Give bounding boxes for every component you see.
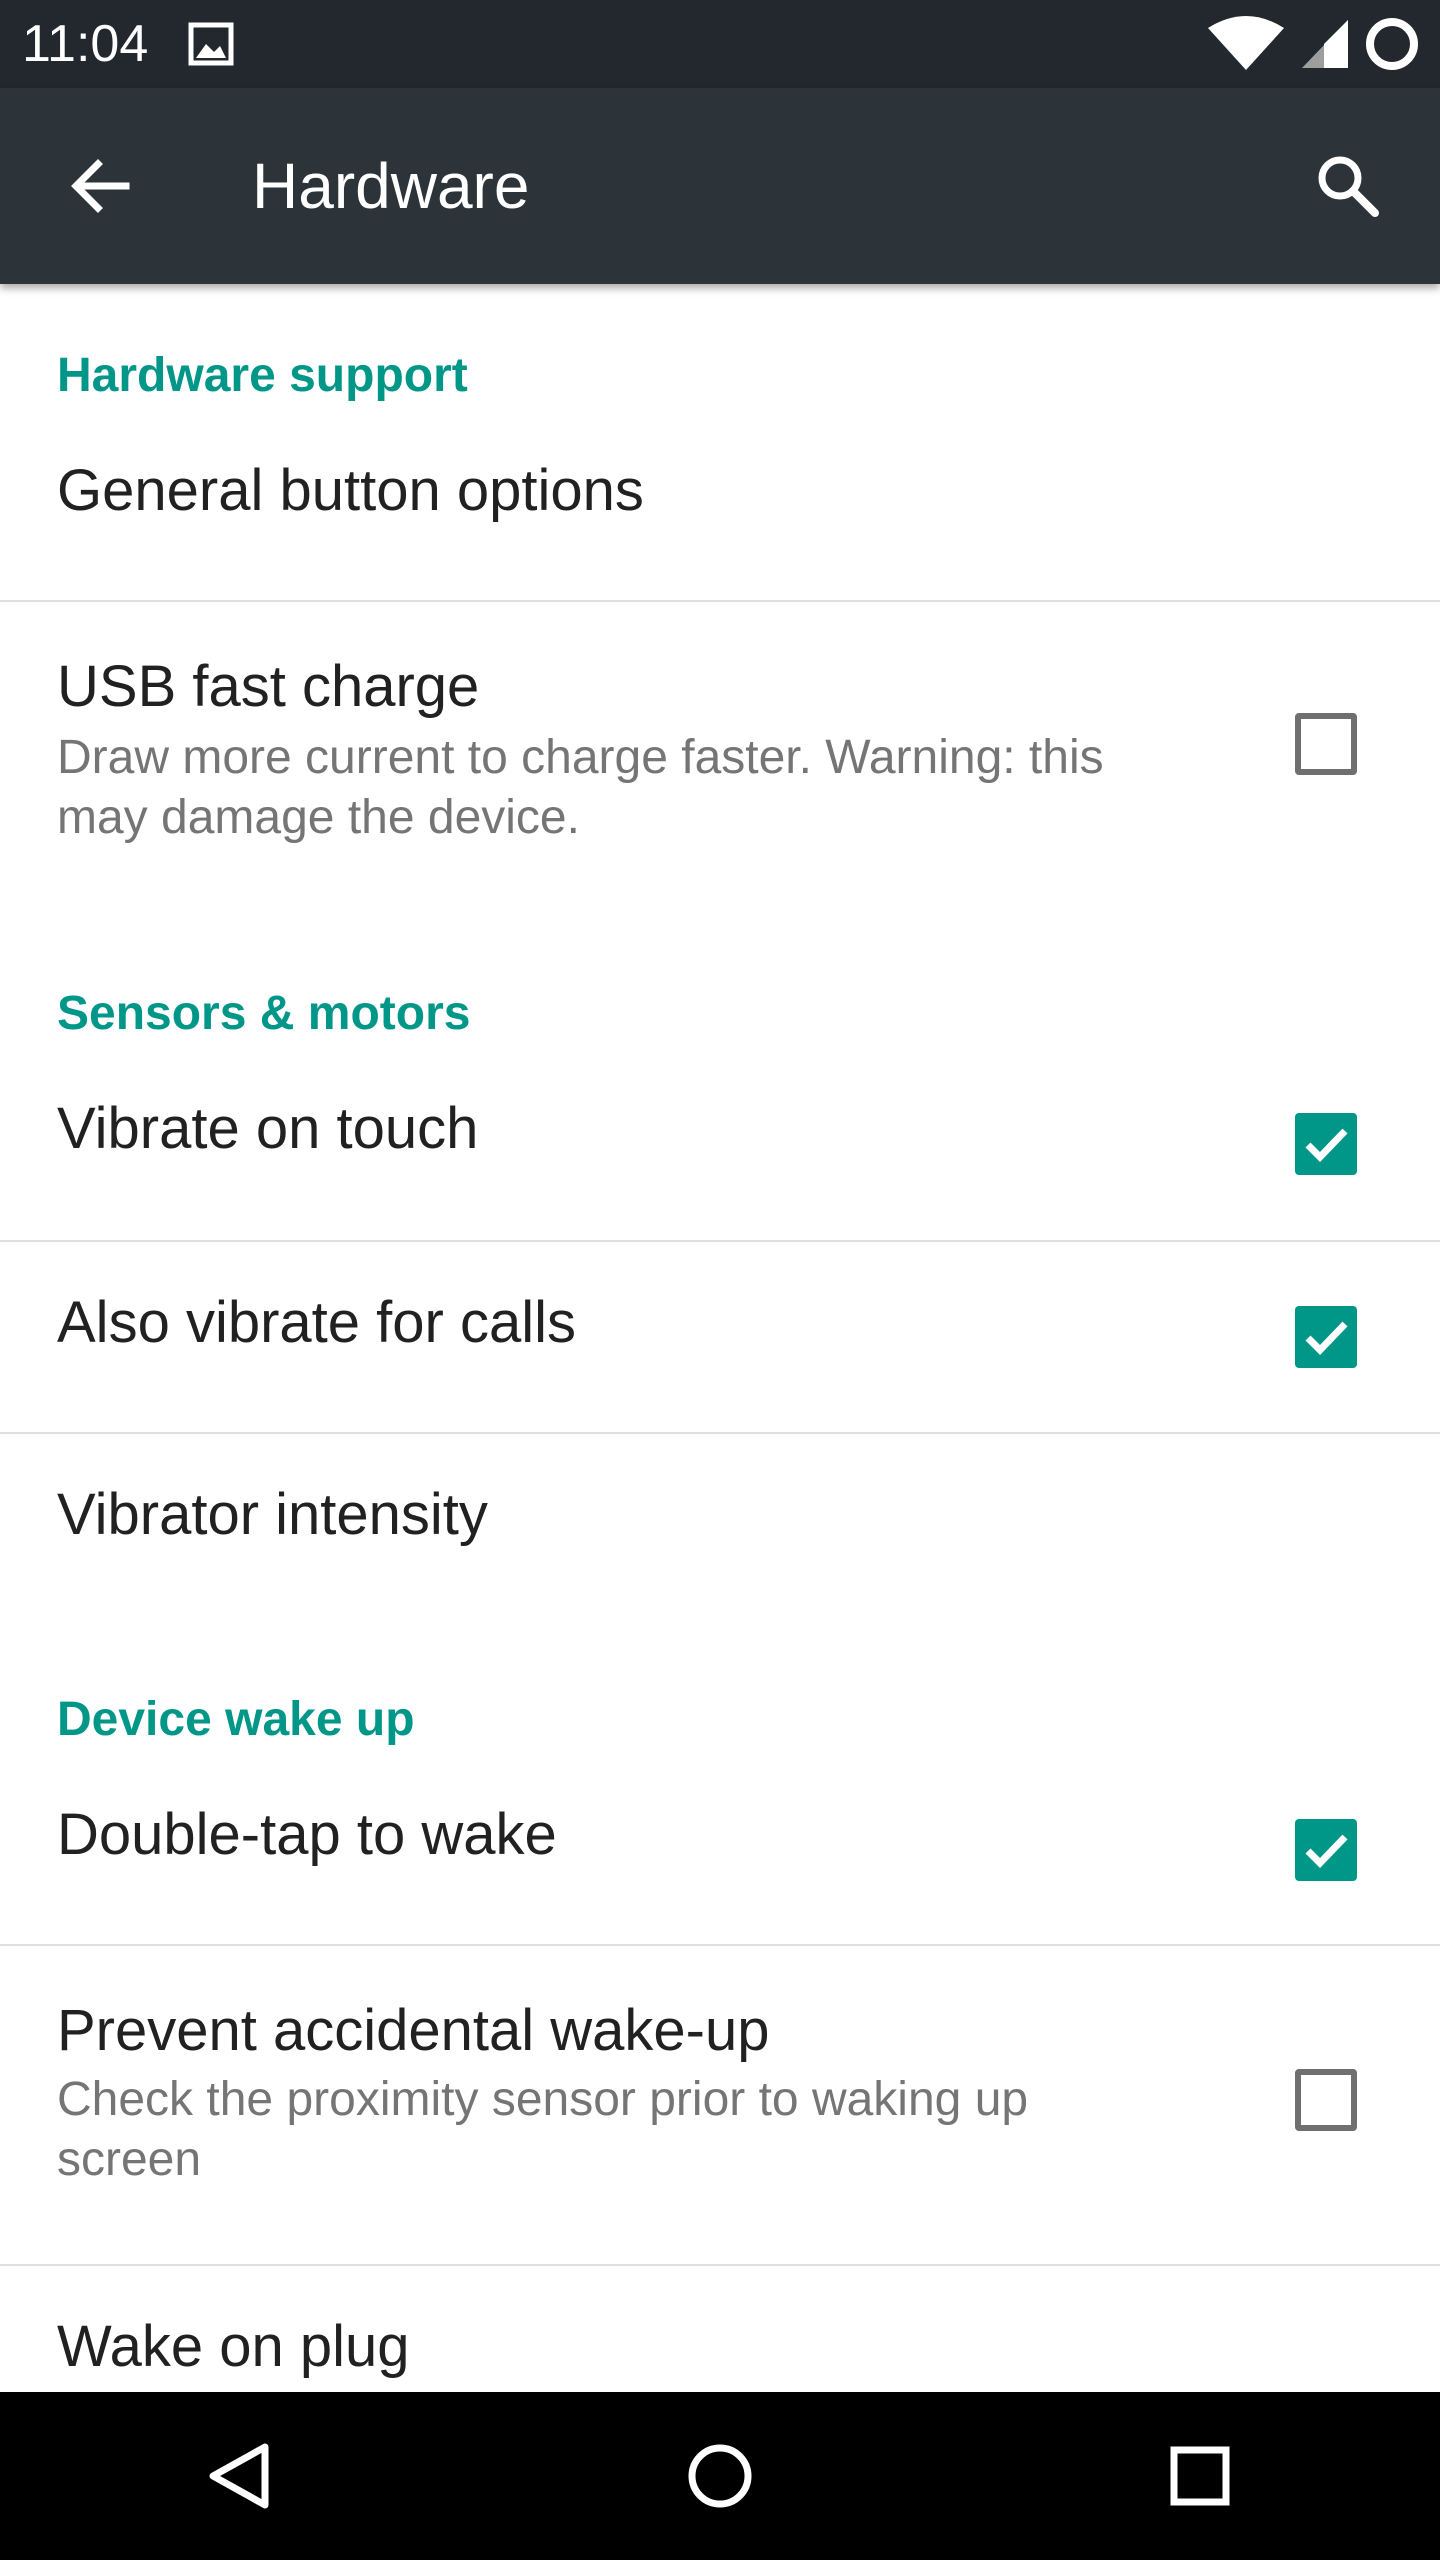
pref-double-tap-to-wake[interactable]: Double-tap to wake	[0, 1770, 1440, 1944]
usb-fast-charge-checkbox[interactable]	[1295, 713, 1357, 775]
nav-home-button[interactable]	[670, 2426, 770, 2526]
pref-general-button-options[interactable]: General button options	[0, 426, 1440, 600]
pref-title: Vibrator intensity	[57, 1482, 488, 1547]
pref-title: Vibrate on touch	[57, 1096, 479, 1161]
status-time: 11:04	[22, 15, 149, 73]
nav-back-button[interactable]	[190, 2426, 290, 2526]
pref-title: Wake on plug	[57, 2314, 410, 2379]
nav-back-triangle-icon	[209, 2443, 269, 2509]
navigation-bar	[0, 2392, 1440, 2560]
pref-usb-fast-charge[interactable]: USB fast charge Draw more current to cha…	[0, 602, 1440, 892]
pref-vibrator-intensity[interactable]: Vibrator intensity	[0, 1434, 1440, 1614]
settings-list: Hardware support General button options …	[0, 284, 1440, 2392]
double-tap-wake-checkbox[interactable]	[1295, 1819, 1357, 1881]
checkmark-icon	[1305, 1128, 1348, 1162]
checkmark-icon	[1305, 1321, 1348, 1355]
arrow-left-icon	[71, 159, 130, 213]
back-button[interactable]	[58, 144, 142, 228]
wifi-icon	[1208, 16, 1284, 70]
pref-summary-line: may damage the device.	[57, 791, 580, 844]
vibrate-on-touch-checkbox[interactable]	[1295, 1113, 1357, 1175]
pref-summary-line: Draw more current to charge faster. Warn…	[57, 731, 1104, 784]
pref-vibrate-on-touch[interactable]: Vibrate on touch	[0, 1064, 1440, 1238]
pref-prevent-accidental-wake-up[interactable]: Prevent accidental wake-up Check the pro…	[0, 1946, 1440, 2264]
section-header-sensors-motors: Sensors & motors	[57, 987, 471, 1040]
pref-title: USB fast charge	[57, 654, 480, 719]
pref-summary-line: screen	[57, 2133, 202, 2186]
checkmark-icon	[1305, 1834, 1348, 1868]
nav-recents-square-icon	[1170, 2446, 1230, 2506]
status-bar: 11:04	[0, 0, 1440, 88]
pref-title: Also vibrate for calls	[57, 1290, 576, 1355]
image-icon	[188, 22, 234, 66]
section-header-hardware-support: Hardware support	[57, 349, 468, 402]
pref-title: General button options	[57, 458, 644, 523]
nav-recents-button[interactable]	[1150, 2426, 1250, 2526]
search-button[interactable]	[1302, 140, 1394, 232]
page-title: Hardware	[252, 150, 530, 222]
pref-title: Double-tap to wake	[57, 1802, 557, 1867]
pref-title: Prevent accidental wake-up	[57, 1998, 770, 2063]
search-icon	[1318, 156, 1379, 217]
app-bar: Hardware	[0, 88, 1440, 284]
pref-summary-line: Check the proximity sensor prior to waki…	[57, 2073, 1029, 2126]
nav-home-circle-icon	[688, 2444, 752, 2508]
pref-wake-on-plug[interactable]: Wake on plug	[0, 2266, 1440, 2392]
section-header-device-wake-up: Device wake up	[57, 1693, 415, 1746]
prevent-accidental-wake-checkbox[interactable]	[1295, 2069, 1357, 2131]
pref-also-vibrate-for-calls[interactable]: Also vibrate for calls	[0, 1242, 1440, 1432]
status-icons	[1206, 14, 1420, 74]
cell-signal-icon	[1302, 20, 1348, 68]
also-vibrate-calls-checkbox[interactable]	[1295, 1306, 1357, 1368]
battery-ring-icon	[1366, 18, 1418, 70]
